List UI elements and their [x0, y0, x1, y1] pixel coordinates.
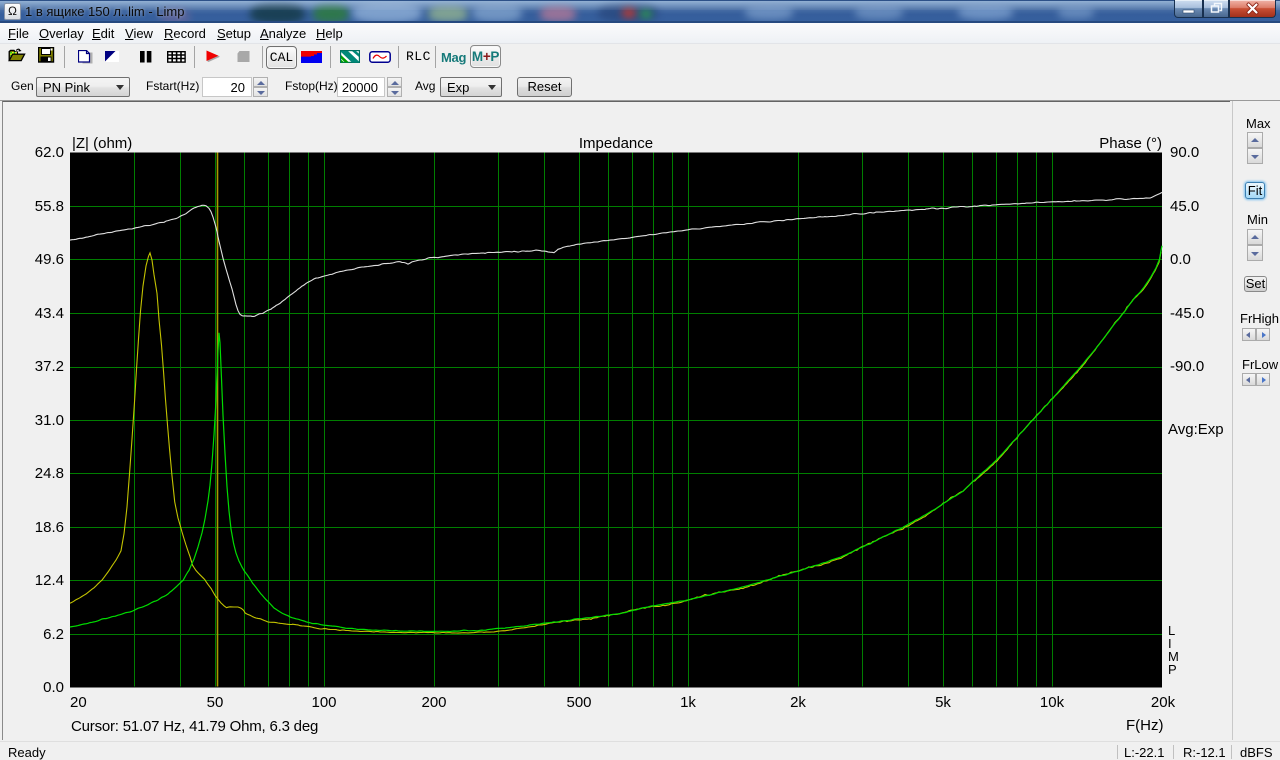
svg-text:2k: 2k	[790, 694, 806, 711]
svg-text:18.6: 18.6	[35, 519, 64, 536]
svg-text:0.0: 0.0	[43, 679, 64, 696]
svg-text:49.6: 49.6	[35, 251, 64, 268]
svg-text:P: P	[1168, 662, 1177, 677]
svg-text:62.0: 62.0	[35, 144, 64, 161]
svg-text:37.2: 37.2	[35, 358, 64, 375]
svg-text:Impedance: Impedance	[579, 135, 653, 152]
svg-text:500: 500	[566, 694, 591, 711]
svg-text:45.0: 45.0	[1170, 198, 1199, 215]
svg-text:12.4: 12.4	[35, 572, 64, 589]
svg-text:5k: 5k	[935, 694, 951, 711]
svg-text:1k: 1k	[680, 694, 696, 711]
svg-text:20k: 20k	[1151, 694, 1176, 711]
svg-text:6.2: 6.2	[43, 626, 64, 643]
svg-text:Avg:Exp: Avg:Exp	[1168, 421, 1224, 438]
svg-text:10k: 10k	[1040, 694, 1065, 711]
svg-text:100: 100	[311, 694, 336, 711]
svg-text:24.8: 24.8	[35, 465, 64, 482]
svg-text:200: 200	[421, 694, 446, 711]
svg-text:-45.0: -45.0	[1170, 305, 1204, 322]
svg-text:50: 50	[207, 694, 224, 711]
svg-text:31.0: 31.0	[35, 412, 64, 429]
svg-text:43.4: 43.4	[35, 305, 64, 322]
svg-text:55.8: 55.8	[35, 198, 64, 215]
svg-text:90.0: 90.0	[1170, 144, 1199, 161]
svg-text:|Z| (ohm): |Z| (ohm)	[72, 135, 132, 152]
svg-text:-90.0: -90.0	[1170, 358, 1204, 375]
svg-text:Phase (°): Phase (°)	[1099, 135, 1162, 152]
svg-text:F(Hz): F(Hz)	[1126, 717, 1164, 734]
svg-text:20: 20	[70, 694, 87, 711]
svg-text:0.0: 0.0	[1170, 251, 1191, 268]
svg-text:Cursor: 51.07 Hz, 41.79 Ohm, 6: Cursor: 51.07 Hz, 41.79 Ohm, 6.3 deg	[71, 718, 318, 735]
